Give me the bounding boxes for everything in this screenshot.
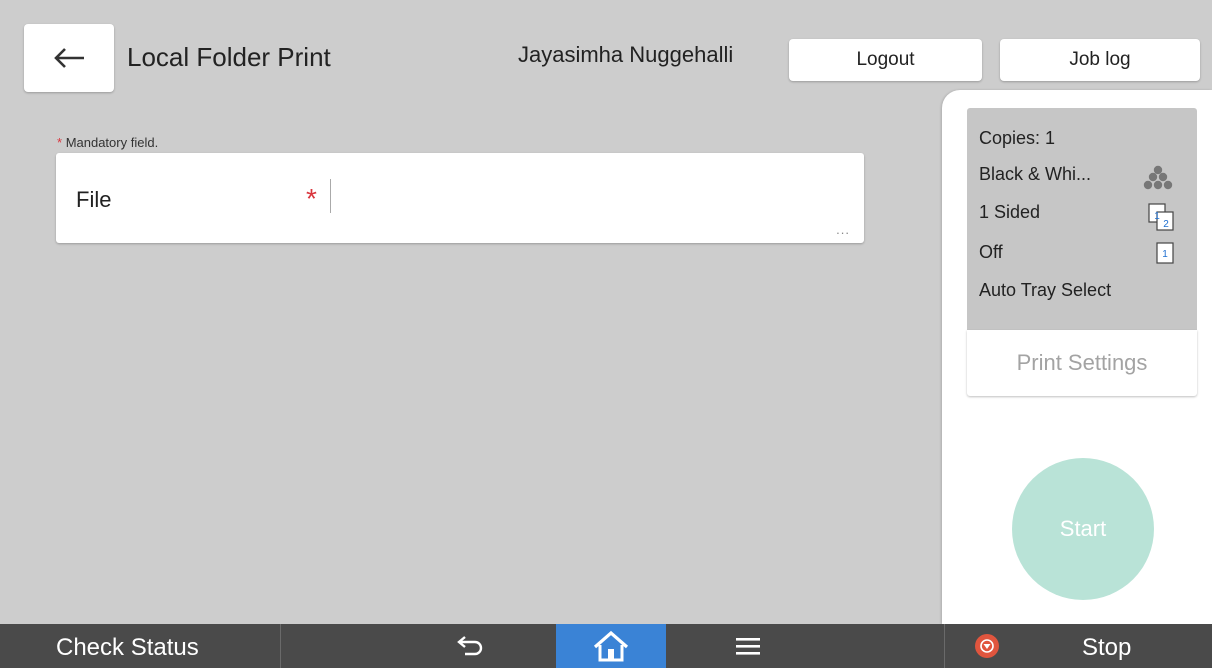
mandatory-star: * (57, 135, 63, 150)
page-title: Local Folder Print (127, 42, 331, 72)
sides-setting: 1 Sided (979, 202, 1041, 222)
combine-setting: Off (979, 242, 1003, 262)
more-dots-icon: ... (836, 222, 850, 237)
logout-button[interactable]: Logout (789, 39, 982, 81)
bottom-bar: Check Status Stop (0, 624, 1212, 668)
start-button[interactable]: Start (1012, 458, 1154, 600)
copies-setting: Copies: 1 (979, 128, 1056, 148)
bottom-divider-right (944, 624, 945, 668)
stop-symbol-icon (980, 639, 994, 653)
tray-setting: Auto Tray Select (979, 280, 1112, 300)
home-icon (593, 630, 629, 662)
user-name: Jayasimha Nuggehalli (518, 42, 734, 67)
menu-icon (736, 638, 760, 655)
file-label: File (76, 187, 112, 212)
color-setting: Black & Whi... (979, 164, 1092, 184)
single-page-label: 1 (1162, 249, 1168, 260)
back-arrow-icon (54, 48, 84, 68)
mandatory-note-text: Mandatory field. (65, 135, 159, 150)
duplex-page2-label: 2 (1163, 219, 1169, 230)
settings-summary[interactable]: Copies: 1 Black & Whi... 1 Sided 1 2 Off… (967, 108, 1197, 330)
bottom-divider-left (280, 624, 281, 668)
duplex-icon: 1 2 (1148, 203, 1174, 231)
color-dots-icon (1143, 165, 1173, 190)
back-button[interactable] (24, 24, 114, 92)
required-star: * (306, 183, 317, 214)
return-button[interactable] (440, 624, 500, 668)
stop-icon[interactable] (975, 634, 999, 658)
menu-button[interactable] (718, 624, 778, 668)
file-input-divider (330, 179, 331, 213)
check-status-button[interactable]: Check Status (56, 634, 199, 662)
mandatory-note: * Mandatory field. (57, 135, 158, 150)
right-panel: Copies: 1 Black & Whi... 1 Sided 1 2 Off… (942, 90, 1212, 624)
file-field[interactable]: File * ... (56, 153, 864, 243)
single-page-icon: 1 (1156, 242, 1174, 264)
top-bar: Local Folder Print Jayasimha Nuggehalli … (0, 0, 1212, 100)
home-button[interactable] (556, 624, 666, 668)
return-icon (457, 636, 483, 656)
duplex-page1-label: 1 (1154, 211, 1160, 222)
job-log-button[interactable]: Job log (1000, 39, 1200, 81)
print-settings-button[interactable]: Print Settings (967, 330, 1197, 396)
stop-button[interactable]: Stop (1082, 634, 1131, 662)
